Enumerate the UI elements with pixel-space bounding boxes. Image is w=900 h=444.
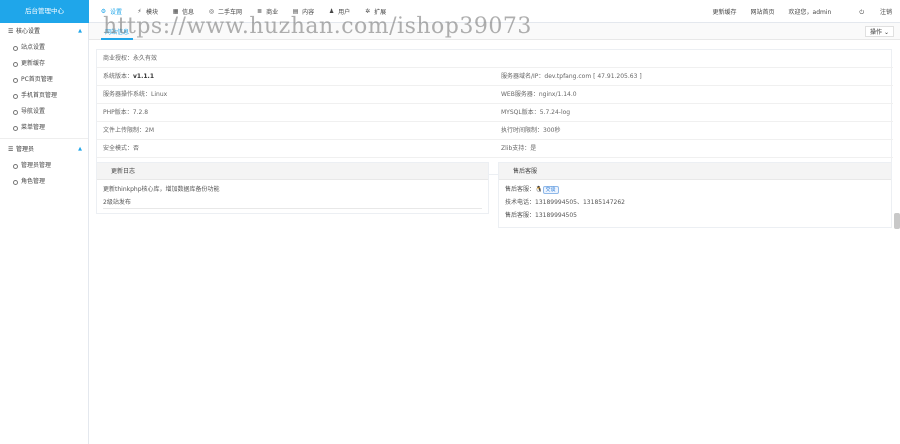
sidebar-item-mobile-home[interactable]: 手机首页管理 bbox=[0, 88, 88, 104]
log-line: 2级站发布 bbox=[103, 196, 482, 209]
site-home-link[interactable]: 网站首页 bbox=[751, 7, 775, 16]
sidebar-item-update-cache[interactable]: 更新缓存 bbox=[0, 56, 88, 72]
doc-icon: ▤ bbox=[292, 8, 299, 15]
card-title: 更新日志 bbox=[97, 163, 488, 180]
system-info-panel: 商业授权：永久有效 系统版本：v1.1.1 服务器域名/IP：dev.tpfan… bbox=[96, 49, 893, 175]
version-text: 系统版本：v1.1.1 bbox=[103, 73, 155, 80]
header-links: 更新缓存 网站首页 欢迎您，admin ⏻ 注销 bbox=[698, 0, 892, 23]
caret-up-icon: ▲ bbox=[78, 146, 82, 152]
support-tech: 技术电话：13189994505、13185147262 bbox=[505, 199, 625, 206]
qq-penguin-icon: 🐧 bbox=[535, 186, 543, 193]
zlib-text: Zlib支持：是 bbox=[501, 145, 537, 152]
chat-button[interactable]: 交谈 bbox=[542, 185, 559, 194]
domain-text: 服务器域名/IP：dev.tpfang.com [ 47.91.205.63 ] bbox=[501, 73, 642, 80]
circle-icon bbox=[13, 109, 18, 115]
support-qq: 售后客服：🐧 交谈 bbox=[499, 183, 891, 196]
nav-content[interactable]: ▤ 内容 bbox=[292, 0, 314, 23]
circle-icon bbox=[13, 61, 18, 67]
circle-icon bbox=[13, 179, 18, 185]
menu-icon: ☰ bbox=[8, 28, 14, 35]
main-content: 网站信息 操作 ⌄ 商业授权：永久有效 系统版本：v1.1.1 服务器域名/IP… bbox=[89, 23, 900, 444]
nav-users[interactable]: ♟ 用户 bbox=[328, 0, 350, 23]
circle-icon bbox=[13, 93, 18, 99]
bolt-icon: ⚡ bbox=[137, 8, 142, 15]
chevron-down-icon: ⌄ bbox=[883, 29, 889, 36]
list-icon: ≣ bbox=[257, 8, 263, 15]
sidebar-group-core[interactable]: ☰ 核心设置 ▲ bbox=[0, 23, 88, 40]
nav-modules[interactable]: ⚡ 模块 bbox=[136, 0, 158, 23]
sidebar-item-admin-manage[interactable]: 管理员管理 bbox=[0, 158, 88, 174]
tab-bar: 网站信息 操作 ⌄ bbox=[89, 23, 900, 40]
web-server-text: WEB服务器：nginx/1.14.0 bbox=[501, 91, 577, 98]
scrollbar-thumb[interactable] bbox=[894, 213, 900, 229]
os-text: 服务器操作系统：Linux bbox=[103, 91, 168, 98]
sidebar-item-role-manage[interactable]: 角色管理 bbox=[0, 174, 88, 190]
grid-icon: ▦ bbox=[172, 8, 179, 15]
nav-settings[interactable]: ⚙ 设置 bbox=[100, 0, 122, 23]
log-line: 更新thinkphp核心库，增加数据库备份功能 bbox=[103, 186, 220, 193]
update-cache-link[interactable]: 更新缓存 bbox=[712, 7, 736, 16]
info-row: 文件上传限制：2M 执行时间限制：300秒 bbox=[97, 122, 893, 140]
top-nav: ⚙ 设置 ⚡ 模块 ▦ 信息 ◎ 二手车网 ≣ 商业 ▤ 内容 ♟ 用户 ✲ 扩展 bbox=[100, 0, 400, 23]
update-log-card: 更新日志 更新thinkphp核心库，增加数据库备份功能 2级站发布 bbox=[96, 162, 489, 214]
puzzle-icon: ✲ bbox=[365, 8, 371, 15]
card-title: 售后客服 bbox=[499, 163, 891, 180]
nav-business[interactable]: ≣ 商业 bbox=[256, 0, 278, 23]
info-row: 服务器操作系统：Linux WEB服务器：nginx/1.14.0 bbox=[97, 86, 893, 104]
nav-extend[interactable]: ✲ 扩展 bbox=[364, 0, 386, 23]
sidebar-group-admin[interactable]: ☰ 管理员 ▲ bbox=[0, 141, 88, 158]
sidebar: ☰ 核心设置 ▲ 站点设置 更新缓存 PC首页管理 手机首页管理 导航设置 菜单管… bbox=[0, 23, 89, 444]
top-bar: 后台管理中心 ⚙ 设置 ⚡ 模块 ▦ 信息 ◎ 二手车网 ≣ 商业 ▤ 内容 ♟ 用户 ✲ 扩展… bbox=[0, 0, 900, 23]
divider bbox=[0, 138, 88, 139]
php-text: PHP版本：7.2.8 bbox=[103, 109, 149, 116]
support-card: 售后客服 售后客服：🐧 交谈 技术电话：13189994505、131851472… bbox=[498, 162, 892, 228]
info-row: 商业授权：永久有效 bbox=[97, 50, 893, 68]
sidebar-item-pc-home[interactable]: PC首页管理 bbox=[0, 72, 88, 88]
sidebar-item-site-settings[interactable]: 站点设置 bbox=[0, 40, 88, 56]
info-row: PHP版本：7.2.8 MYSQL版本：5.7.24-log bbox=[97, 104, 893, 122]
gear-icon: ⚙ bbox=[100, 8, 107, 15]
info-row: 安全模式：否 Zlib支持：是 bbox=[97, 140, 893, 158]
support-hotline: 售后客服：13189994505 bbox=[505, 212, 577, 219]
circle-icon bbox=[13, 163, 18, 169]
safe-mode-text: 安全模式：否 bbox=[103, 145, 140, 152]
tab-site-info[interactable]: 网站信息 bbox=[101, 26, 134, 40]
power-icon: ⏻ bbox=[859, 8, 866, 16]
sidebar-item-menu-manage[interactable]: 菜单管理 bbox=[0, 120, 88, 136]
circle-icon: ◎ bbox=[208, 8, 215, 15]
circle-icon bbox=[13, 77, 18, 83]
sidebar-item-nav-settings[interactable]: 导航设置 bbox=[0, 104, 88, 120]
nav-info[interactable]: ▦ 信息 bbox=[172, 0, 194, 23]
logout-link[interactable]: ⏻ 注销 bbox=[845, 7, 892, 17]
circle-icon bbox=[13, 125, 18, 131]
upload-limit-text: 文件上传限制：2M bbox=[103, 127, 154, 134]
operations-button[interactable]: 操作 ⌄ bbox=[865, 26, 894, 37]
exec-limit-text: 执行时间限制：300秒 bbox=[501, 127, 561, 134]
circle-icon bbox=[13, 45, 18, 51]
welcome-text: 欢迎您，admin bbox=[788, 9, 832, 16]
menu-icon: ☰ bbox=[8, 146, 14, 153]
nav-usedcar[interactable]: ◎ 二手车网 bbox=[208, 0, 242, 23]
info-row: 系统版本：v1.1.1 服务器域名/IP：dev.tpfang.com [ 47… bbox=[97, 68, 893, 86]
license-text: 商业授权：永久有效 bbox=[103, 55, 158, 62]
caret-up-icon: ▲ bbox=[78, 28, 82, 34]
mysql-text: MYSQL版本：5.7.24-log bbox=[501, 109, 571, 116]
user-icon: ♟ bbox=[328, 8, 335, 15]
brand-title[interactable]: 后台管理中心 bbox=[0, 0, 89, 23]
